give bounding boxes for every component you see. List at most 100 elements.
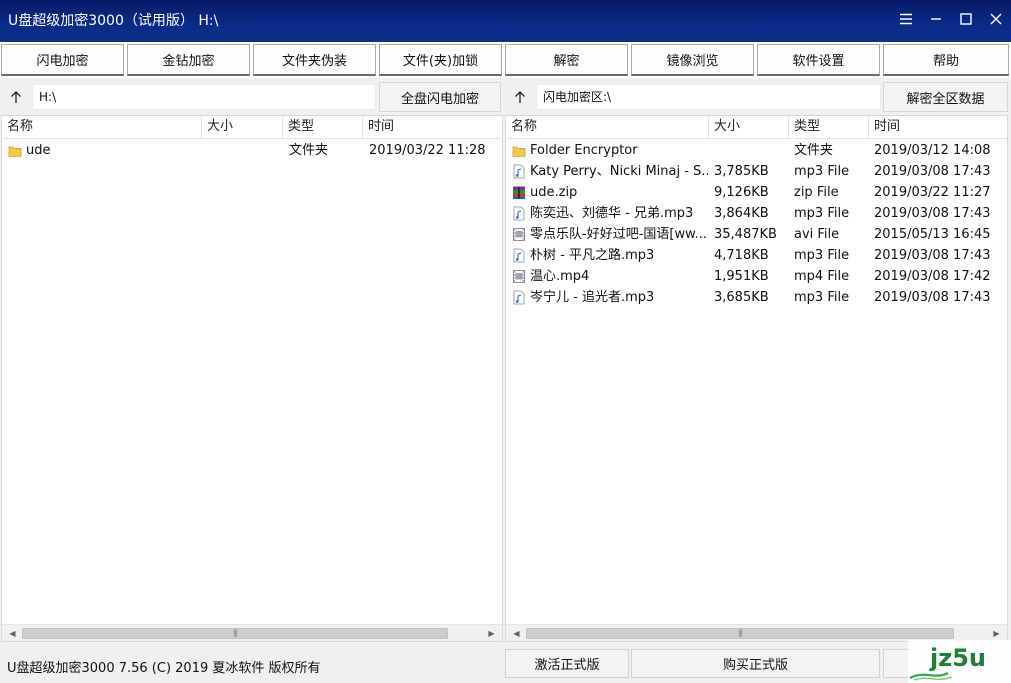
- file-time: 2019/03/08 17:43: [874, 206, 991, 221]
- audio-file-icon: [513, 164, 525, 179]
- list-header: 名称 大小 类型 时间: [2, 116, 502, 139]
- column-time[interactable]: 时间: [363, 116, 502, 139]
- minimize-icon[interactable]: [923, 0, 949, 38]
- file-name: 朴树 - 平凡之路.mp3: [530, 248, 655, 263]
- up-arrow-icon[interactable]: [507, 82, 533, 112]
- watermark-text: jz5u: [929, 644, 986, 672]
- table-row[interactable]: 温心.mp4 1,951KB mp4 File 2019/03/08 17:42: [506, 266, 1007, 287]
- file-size: 3,685KB: [714, 290, 769, 305]
- file-time: 2019/03/08 17:43: [874, 248, 991, 263]
- audio-file-icon: [513, 290, 525, 305]
- folder-icon: [8, 146, 22, 157]
- right-file-list[interactable]: 名称 大小 类型 时间 Folder Encryptor 文件夹 2019/03…: [505, 115, 1008, 642]
- title-bar: U盘超级加密3000（试用版） H:\: [0, 0, 1011, 42]
- flash-encrypt-button[interactable]: 闪电加密: [1, 44, 124, 76]
- audio-file-icon: [513, 206, 525, 221]
- column-type[interactable]: 类型: [283, 116, 363, 139]
- column-type[interactable]: 类型: [789, 116, 869, 139]
- file-size: [207, 140, 283, 161]
- right-path-field[interactable]: 闪电加密区:\: [536, 84, 881, 110]
- file-size: 3,785KB: [714, 164, 769, 179]
- file-type: mp3 File: [794, 290, 850, 305]
- left-path-bar: H:\ 全盘闪电加密: [0, 82, 503, 112]
- jz5u-watermark-logo: jz5u: [908, 640, 1011, 683]
- file-name: ude.zip: [530, 185, 578, 200]
- column-name[interactable]: 名称: [506, 116, 709, 139]
- window-controls: [891, 0, 1011, 38]
- horizontal-scrollbar[interactable]: ◀ ||| ▶: [2, 624, 502, 641]
- left-path-field[interactable]: H:\: [32, 84, 376, 110]
- left-file-list[interactable]: 名称 大小 类型 时间 ude 文件夹 2019/03/22 11:28 ◀ |…: [1, 115, 503, 642]
- table-row[interactable]: 朴树 - 平凡之路.mp3 4,718KB mp3 File 2019/03/0…: [506, 245, 1007, 266]
- table-row[interactable]: 零点乐队-好好过吧-国语[ww... 35,487KB avi File 201…: [506, 224, 1007, 245]
- scroll-thumb[interactable]: |||: [22, 628, 448, 639]
- table-row[interactable]: Katy Perry、Nicki Minaj - S... 3,785KB mp…: [506, 161, 1007, 182]
- file-type: mp3 File: [794, 206, 850, 221]
- file-type: 文件夹: [794, 143, 834, 158]
- horizontal-scrollbar[interactable]: ◀ ||| ▶: [506, 624, 1007, 641]
- scroll-left-icon[interactable]: ◀: [4, 625, 21, 641]
- file-name: 陈奕迅、刘德华 - 兄弟.mp3: [530, 206, 694, 221]
- file-time: 2015/05/13 16:45: [874, 227, 991, 242]
- file-size: 9,126KB: [714, 185, 769, 200]
- file-name: 温心.mp4: [530, 269, 590, 284]
- column-size[interactable]: 大小: [709, 116, 789, 139]
- right-path-bar: 闪电加密区:\ 解密全区数据: [505, 82, 1011, 112]
- file-name: 零点乐队-好好过吧-国语[ww...: [530, 227, 707, 242]
- audio-file-icon: [513, 248, 525, 263]
- file-time: 2019/03/22 11:27: [874, 185, 991, 200]
- main-toolbar: 闪电加密 金钻加密 文件夹伪装 文件(夹)加锁 解密 镜像浏览 软件设置 帮助: [0, 42, 1011, 78]
- file-type: mp3 File: [794, 248, 850, 263]
- file-name: ude: [26, 143, 51, 158]
- file-size: 3,864KB: [714, 206, 769, 221]
- close-icon[interactable]: [983, 0, 1009, 38]
- decrypt-button[interactable]: 解密: [505, 44, 628, 76]
- maximize-icon[interactable]: [953, 0, 979, 38]
- file-name: 岑宁儿 - 追光者.mp3: [530, 290, 655, 305]
- column-size[interactable]: 大小: [202, 116, 283, 139]
- mirror-browse-button[interactable]: 镜像浏览: [631, 44, 754, 76]
- file-name: Katy Perry、Nicki Minaj - S...: [530, 164, 708, 179]
- up-arrow-icon[interactable]: [3, 82, 29, 112]
- list-header: 名称 大小 类型 时间: [506, 116, 1007, 139]
- copyright-text: U盘超级加密3000 7.56 (C) 2019 夏冰软件 版权所有: [7, 661, 321, 676]
- diamond-encrypt-button[interactable]: 金钻加密: [127, 44, 250, 76]
- settings-button[interactable]: 软件设置: [757, 44, 880, 76]
- zip-archive-icon: [513, 186, 525, 199]
- folder-disguise-button[interactable]: 文件夹伪装: [253, 44, 376, 76]
- scroll-thumb[interactable]: |||: [526, 628, 954, 639]
- file-type: zip File: [794, 185, 839, 200]
- table-row[interactable]: 陈奕迅、刘德华 - 兄弟.mp3 3,864KB mp3 File 2019/0…: [506, 203, 1007, 224]
- full-disk-flash-encrypt-button[interactable]: 全盘闪电加密: [379, 82, 501, 112]
- column-name[interactable]: 名称: [2, 116, 202, 139]
- menu-icon[interactable]: [893, 0, 919, 38]
- file-type: 文件夹: [289, 143, 329, 158]
- help-button[interactable]: 帮助: [883, 44, 1009, 76]
- file-size: 35,487KB: [714, 227, 777, 242]
- file-time: 2019/03/08 17:42: [874, 269, 991, 284]
- table-row[interactable]: Folder Encryptor 文件夹 2019/03/12 14:08: [506, 140, 1007, 161]
- lock-file-button[interactable]: 文件(夹)加锁: [379, 44, 502, 76]
- column-time[interactable]: 时间: [869, 116, 1007, 139]
- decrypt-all-data-button[interactable]: 解密全区数据: [883, 82, 1008, 112]
- file-size: [714, 140, 789, 161]
- folder-icon: [512, 146, 526, 157]
- file-time: 2019/03/08 17:43: [874, 290, 991, 305]
- window-title: U盘超级加密3000（试用版） H:\: [8, 13, 219, 29]
- table-row[interactable]: 岑宁儿 - 追光者.mp3 3,685KB mp3 File 2019/03/0…: [506, 287, 1007, 308]
- file-size: 4,718KB: [714, 248, 769, 263]
- scroll-left-icon[interactable]: ◀: [508, 625, 525, 641]
- file-type: avi File: [794, 227, 840, 242]
- buy-full-version-button[interactable]: 购买正式版: [631, 649, 880, 678]
- file-size: 1,951KB: [714, 269, 769, 284]
- file-type: mp4 File: [794, 269, 850, 284]
- file-time: 2019/03/22 11:28: [369, 143, 486, 158]
- video-file-icon: [513, 228, 525, 241]
- file-type: mp3 File: [794, 164, 850, 179]
- table-row[interactable]: ude.zip 9,126KB zip File 2019/03/22 11:2…: [506, 182, 1007, 203]
- table-row[interactable]: ude 文件夹 2019/03/22 11:28: [2, 140, 502, 161]
- scroll-right-icon[interactable]: ▶: [483, 625, 500, 641]
- file-time: 2019/03/08 17:43: [874, 164, 991, 179]
- video-file-icon: [513, 270, 525, 283]
- activate-full-version-button[interactable]: 激活正式版: [505, 649, 629, 678]
